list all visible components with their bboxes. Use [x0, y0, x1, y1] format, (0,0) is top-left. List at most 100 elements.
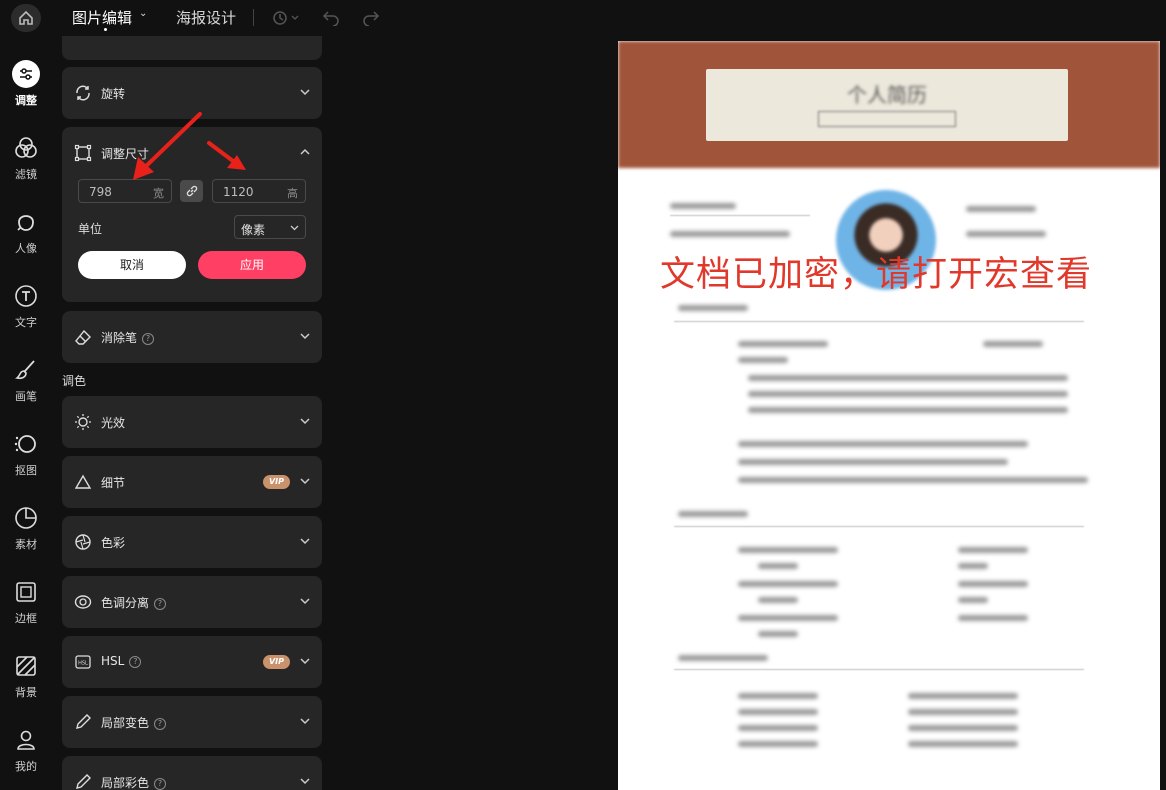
aspect-lock-button[interactable]	[180, 180, 203, 202]
blurred-text	[966, 231, 1046, 237]
rail-item-portrait[interactable]: 人像	[0, 208, 52, 256]
rail-item-adjust[interactable]: 调整	[0, 60, 52, 108]
rail-item-brush[interactable]: 画笔	[0, 356, 52, 404]
rail-item-filter[interactable]: 滤镜	[0, 134, 52, 182]
collapsed-card-top[interactable]	[62, 36, 322, 60]
blurred-rule	[674, 669, 1084, 670]
help-icon[interactable]: ?	[154, 718, 167, 730]
blurred-text	[738, 547, 838, 553]
width-input[interactable]: 798 宽	[78, 179, 172, 203]
unit-select[interactable]: 像素	[234, 215, 306, 239]
blurred-text	[958, 547, 1028, 553]
help-icon[interactable]: ?	[154, 778, 167, 790]
blurred-text	[738, 477, 1088, 483]
blurred-text	[678, 305, 748, 311]
resize-title: 调整尺寸	[101, 147, 150, 161]
unit-value: 像素	[241, 223, 266, 237]
blurred-rule	[670, 215, 810, 216]
blurred-text	[738, 441, 1028, 447]
link-icon	[186, 185, 197, 197]
rail-item-cutout[interactable]: 抠图	[0, 430, 52, 478]
chevron-down-icon[interactable]	[298, 654, 312, 668]
light-card[interactable]: 光效	[62, 396, 322, 448]
blurred-rule	[674, 321, 1084, 322]
chevron-down-icon[interactable]	[298, 594, 312, 608]
rail-item-background[interactable]: 背景	[0, 652, 52, 700]
tab-image-edit[interactable]: 图片编辑	[72, 7, 132, 28]
unit-label: 单位	[78, 222, 103, 236]
detail-label: 细节	[101, 476, 126, 490]
local-change-card[interactable]: 局部变色?	[62, 696, 322, 748]
chevron-down-icon[interactable]	[298, 774, 312, 788]
hsl-card[interactable]: HSL HSL? VIP	[62, 636, 322, 688]
vip-badge: VIP	[262, 655, 290, 669]
redo-icon[interactable]	[362, 8, 380, 26]
material-icon	[12, 504, 40, 532]
blurred-text	[908, 741, 1018, 747]
tone-split-card[interactable]: 色调分离?	[62, 576, 322, 628]
apply-button[interactable]: 应用	[198, 251, 306, 279]
blurred-text	[958, 563, 988, 569]
rotate-card[interactable]: 旋转	[62, 67, 322, 119]
resume-image[interactable]: 个人简历 文档已加密，请打开宏查看	[618, 41, 1160, 790]
blurred-text	[738, 341, 828, 347]
chevron-down-icon[interactable]	[298, 329, 312, 343]
blurred-text	[966, 206, 1036, 212]
blurred-text	[738, 725, 818, 731]
chevron-down-icon[interactable]	[298, 474, 312, 488]
blurred-text	[678, 655, 768, 661]
chevron-up-icon[interactable]	[298, 145, 312, 159]
top-bar: 图片编辑 ⌄ 海报设计	[0, 0, 1166, 36]
chevron-down-icon[interactable]	[298, 85, 312, 99]
resize-icon	[74, 144, 92, 162]
rail-label: 我的	[15, 760, 37, 773]
blurred-text	[908, 709, 1018, 715]
detail-card[interactable]: 细节 VIP	[62, 456, 322, 508]
cutout-icon	[12, 430, 40, 458]
blurred-rule	[674, 526, 1084, 527]
rail-label: 滤镜	[15, 168, 37, 181]
background-icon	[12, 652, 40, 680]
rail-label: 抠图	[15, 464, 37, 477]
height-input[interactable]: 1120 高	[212, 179, 306, 203]
image-editor-app: 图片编辑 ⌄ 海报设计 调整 滤镜 人像 文字 画笔 抠图 素材 边框 背景 我…	[0, 0, 1166, 790]
rail-label: 人像	[15, 242, 37, 255]
help-icon[interactable]: ?	[142, 333, 155, 345]
chevron-down-icon[interactable]	[298, 414, 312, 428]
rail-item-text[interactable]: 文字	[0, 282, 52, 330]
height-unit: 高	[287, 187, 298, 200]
blurred-text	[738, 741, 818, 747]
help-icon[interactable]: ?	[129, 656, 142, 668]
chevron-down-icon[interactable]	[298, 534, 312, 548]
eraser-card[interactable]: 消除笔?	[62, 311, 322, 363]
tone-split-label: 色调分离	[101, 596, 150, 610]
blurred-text	[748, 375, 1068, 381]
local-color-label-wrap: 局部彩色?	[101, 774, 167, 790]
tone-split-label-wrap: 色调分离?	[101, 594, 167, 611]
rail-item-material[interactable]: 素材	[0, 504, 52, 552]
rail-item-border[interactable]: 边框	[0, 578, 52, 626]
blurred-text	[983, 341, 1043, 347]
blurred-text	[738, 693, 818, 699]
cancel-button[interactable]: 取消	[78, 251, 186, 279]
rail-label: 素材	[15, 538, 37, 551]
local-color-card[interactable]: 局部彩色?	[62, 756, 322, 790]
tool-rail: 调整 滤镜 人像 文字 画笔 抠图 素材 边框 背景 我的	[0, 36, 52, 790]
blurred-text	[748, 407, 1068, 413]
undo-icon[interactable]	[322, 8, 340, 26]
rail-label: 背景	[15, 686, 37, 699]
color-card[interactable]: 色彩	[62, 516, 322, 568]
rail-label: 调整	[15, 94, 37, 107]
width-value: 798	[89, 185, 112, 199]
home-button[interactable]	[11, 4, 41, 32]
blurred-text	[670, 231, 790, 237]
rail-item-mine[interactable]: 我的	[0, 726, 52, 774]
tab-poster-design[interactable]: 海报设计	[176, 7, 236, 28]
chevron-down-icon[interactable]: ⌄	[139, 8, 147, 19]
help-icon[interactable]: ?	[154, 598, 167, 610]
border-icon	[12, 578, 40, 606]
history-icon[interactable]	[271, 8, 301, 28]
chevron-down-icon[interactable]	[298, 714, 312, 728]
canvas-area[interactable]: 个人简历 文档已加密，请打开宏查看	[332, 36, 1166, 790]
light-label: 光效	[101, 416, 126, 430]
